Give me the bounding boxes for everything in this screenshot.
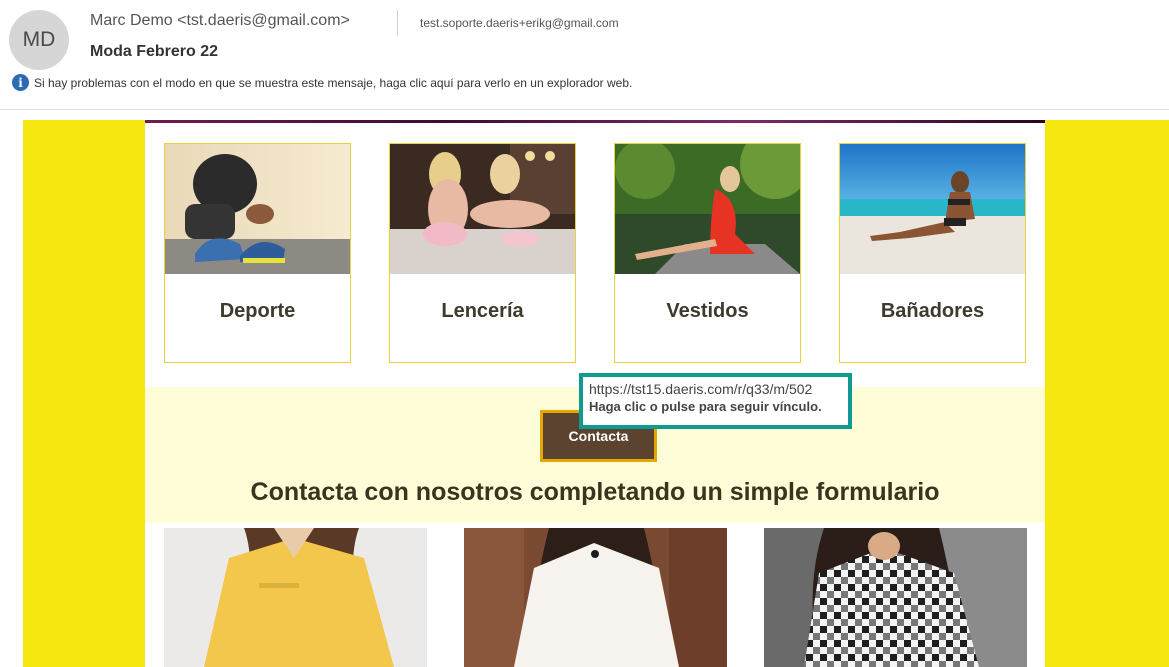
white-blouse-photo[interactable] [464,528,727,667]
category-card-deporte[interactable]: Deporte [164,143,351,363]
running-shoes-photo[interactable] [165,144,350,274]
avatar[interactable]: MD [9,10,69,70]
link-tooltip: https://tst15.daeris.com/r/q33/m/502 Hag… [579,373,852,429]
message-subject: Moda Febrero 22 [90,43,219,60]
tooltip-url: https://tst15.daeris.com/r/q33/m/502 [589,381,813,397]
category-label-deporte[interactable]: Deporte [165,300,350,323]
tooltip-hint: Haga clic o pulse para seguir vínculo. [589,399,822,414]
plaid-shirt-photo[interactable] [764,528,1027,667]
category-label-vestidos[interactable]: Vestidos [615,300,800,323]
red-dress-photo[interactable] [615,144,800,274]
contact-headline: Contacta con nosotros completando un sim… [250,478,940,506]
info-icon: i [12,74,29,91]
category-card-lenceria[interactable]: Lencería [389,143,576,363]
category-cards: Deporte Lencería Vestidos Bañadores [164,143,1026,363]
top-decorative-line [145,120,1045,123]
info-message[interactable]: Si hay problemas con el modo en que se m… [34,76,632,90]
lingerie-photo[interactable] [390,144,575,274]
category-label-banadores[interactable]: Bañadores [840,300,1025,323]
header-divider [397,10,398,36]
category-card-vestidos[interactable]: Vestidos [614,143,801,363]
info-bar[interactable]: i Si hay problemas con el modo en que se… [12,74,632,91]
sender-name[interactable]: Marc Demo <tst.daeris@gmail.com> [90,12,350,30]
message-header: MD Marc Demo <tst.daeris@gmail.com> test… [0,0,1169,110]
category-card-banadores[interactable]: Bañadores [839,143,1026,363]
swimsuit-beach-photo[interactable] [840,144,1025,274]
category-label-lenceria[interactable]: Lencería [390,300,575,323]
yellow-shirt-photo[interactable] [164,528,427,667]
recipient-address[interactable]: test.soporte.daeris+erikg@gmail.com [420,16,619,30]
